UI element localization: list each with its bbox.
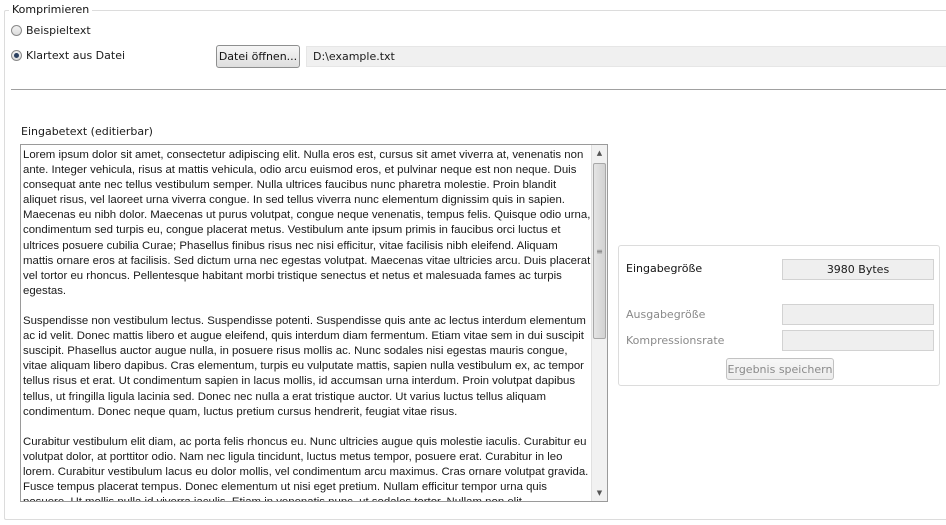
scroll-thumb[interactable]: ≡ (593, 163, 606, 339)
input-size-value: 3980 Bytes (782, 259, 934, 280)
radio-label: Beispieltext (26, 24, 91, 37)
result-panel: Eingabegröße 3980 Bytes Ausgabegröße Kom… (618, 245, 940, 386)
grip-icon: ≡ (596, 246, 603, 256)
output-size-label: Ausgabegröße (626, 308, 706, 321)
file-path-field[interactable]: D:\example.txt (306, 46, 946, 67)
radio-sample-text[interactable]: Beispieltext (11, 24, 91, 37)
divider (11, 89, 946, 90)
save-result-button[interactable]: Ergebnis speichern (726, 358, 834, 380)
open-file-button[interactable]: Datei öffnen... (216, 45, 300, 68)
input-text[interactable]: Lorem ipsum dolor sit amet, consectetur … (23, 148, 591, 501)
radio-icon-checked[interactable] (11, 50, 22, 61)
ratio-label: Kompressionsrate (626, 334, 725, 347)
radio-file-text[interactable]: Klartext aus Datei (11, 49, 125, 62)
input-label: Eingabetext (editierbar) (21, 125, 153, 138)
group-title: Komprimieren (9, 3, 93, 16)
ratio-value (782, 330, 934, 351)
radio-label: Klartext aus Datei (26, 49, 126, 62)
input-size-label: Eingabegröße (626, 262, 703, 275)
output-size-value (782, 304, 934, 325)
scroll-down-icon[interactable]: ▼ (592, 485, 607, 501)
scroll-up-icon[interactable]: ▲ (592, 145, 607, 161)
radio-icon[interactable] (11, 25, 22, 36)
vertical-scrollbar[interactable]: ▲ ≡ ▼ (591, 145, 607, 501)
input-textarea[interactable]: Lorem ipsum dolor sit amet, consectetur … (20, 144, 608, 502)
